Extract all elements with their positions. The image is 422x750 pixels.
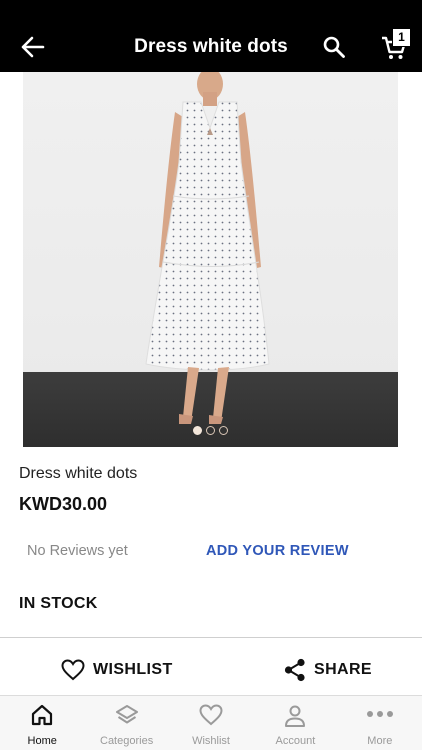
- carousel-dot-1[interactable]: [193, 426, 202, 435]
- heart-outline-icon: [61, 659, 85, 681]
- nav-label: Wishlist: [192, 735, 230, 747]
- divider: [0, 637, 422, 638]
- heart-icon: [199, 704, 223, 726]
- nav-label: More: [367, 735, 393, 747]
- product-image-carousel[interactable]: [23, 72, 398, 447]
- share-icon: [284, 658, 305, 682]
- wishlist-label: WISHLIST: [93, 661, 173, 678]
- nav-label: Home: [27, 735, 57, 747]
- add-review-link[interactable]: ADD YOUR REVIEW: [206, 543, 349, 559]
- person-icon: [285, 705, 306, 727]
- bottom-navigation: Home Categories Wishlist Account More: [0, 696, 422, 750]
- reviews-status: No Reviews yet: [27, 543, 128, 559]
- stock-status: IN STOCK: [19, 595, 98, 612]
- layers-icon: [115, 705, 138, 724]
- carousel-dot-3[interactable]: [219, 426, 228, 435]
- nav-label: Account: [275, 735, 316, 747]
- product-screen: Dress white dots 1 Dress white dots KWD3…: [0, 0, 422, 750]
- nav-label: Categories: [100, 735, 154, 747]
- product-name: Dress white dots: [19, 465, 138, 482]
- home-icon: [32, 704, 53, 726]
- product-price: KWD30.00: [19, 494, 108, 514]
- cart-count-badge: 1: [392, 28, 411, 47]
- product-photo: [145, 72, 270, 424]
- wishlist-button[interactable]: WISHLIST: [61, 656, 173, 684]
- nav-account[interactable]: Account: [253, 696, 337, 750]
- carousel-indicator: [23, 422, 398, 440]
- share-button[interactable]: SHARE: [284, 656, 372, 684]
- nav-wishlist[interactable]: Wishlist: [169, 696, 253, 750]
- more-dots-icon: [366, 711, 393, 717]
- search-icon[interactable]: [322, 35, 346, 59]
- page-title: Dress white dots: [134, 36, 288, 57]
- nav-categories[interactable]: Categories: [84, 696, 168, 750]
- carousel-dot-2[interactable]: [206, 426, 215, 435]
- top-app-bar: Dress white dots 1: [0, 0, 422, 72]
- share-label: SHARE: [314, 661, 373, 678]
- nav-more[interactable]: More: [338, 696, 422, 750]
- nav-home[interactable]: Home: [0, 696, 84, 750]
